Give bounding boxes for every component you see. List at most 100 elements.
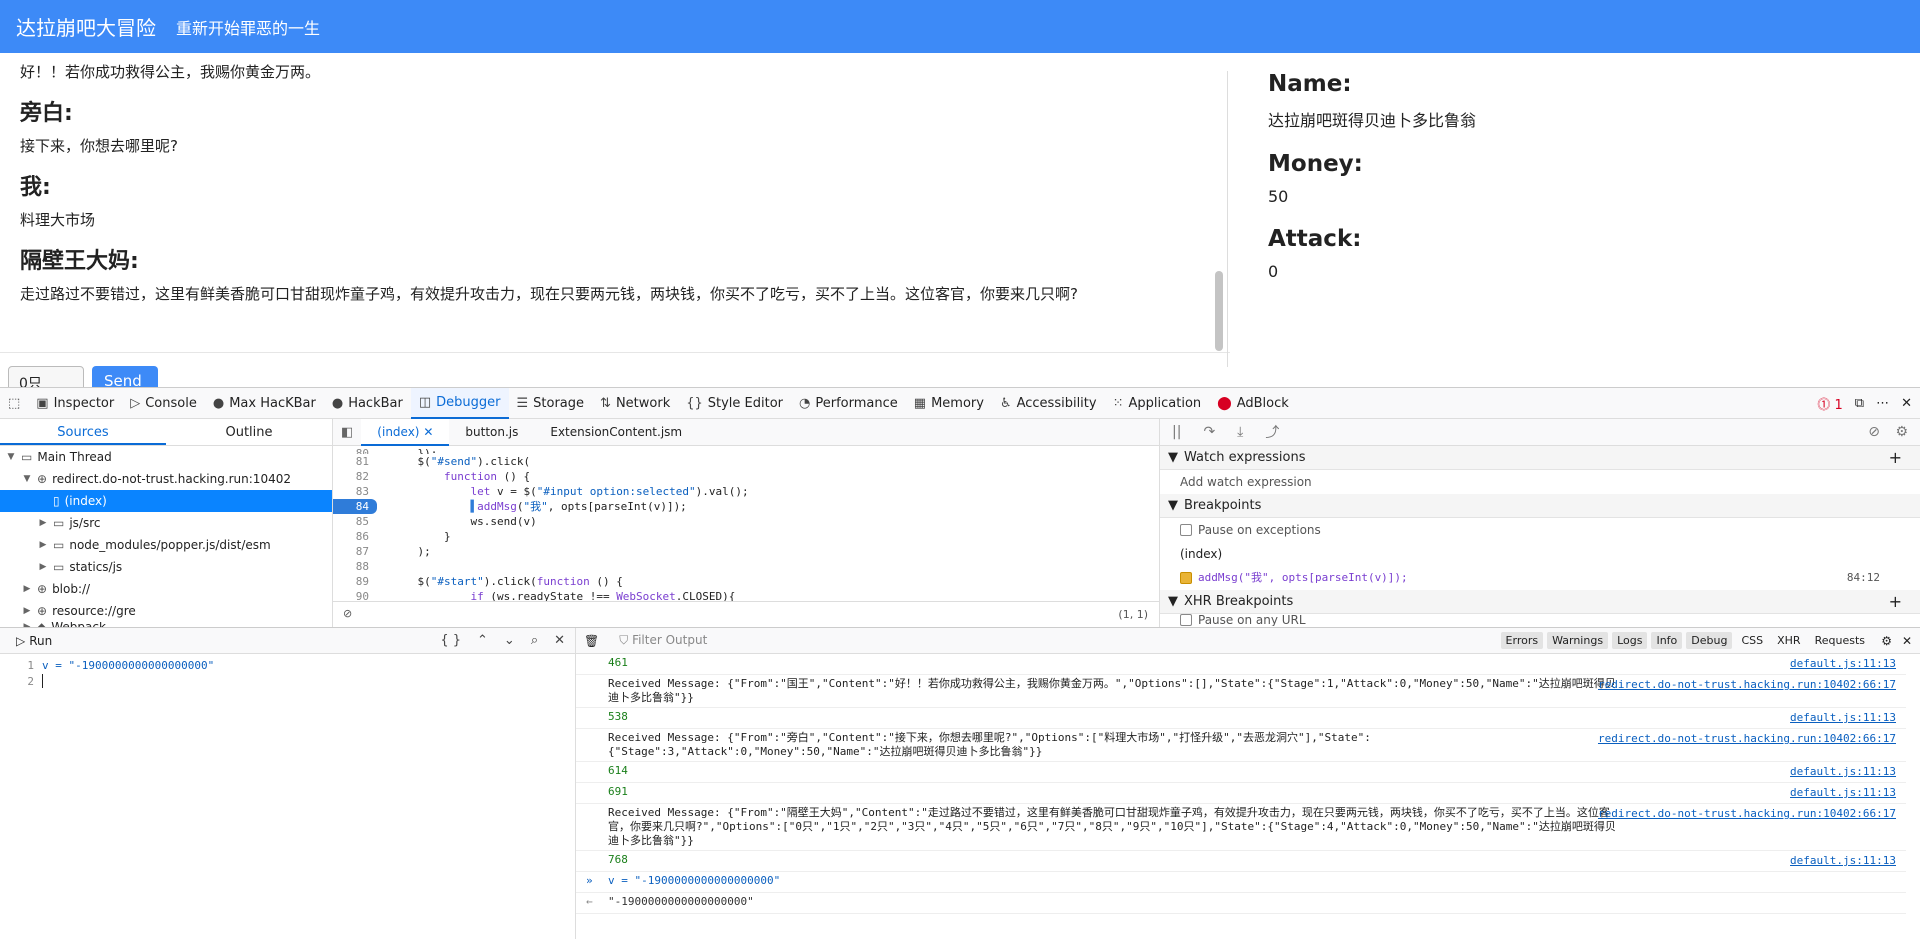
tab-memory[interactable]: ▦ Memory [906,388,992,419]
step-over-icon[interactable]: ↷ [1203,424,1215,440]
line-number[interactable]: 90 [333,589,377,601]
breakpoint-item[interactable]: addMsg("我", opts[parseInt(v)]); 84:12 [1160,566,1920,590]
tab-accessibility[interactable]: ♿ Accessibility [992,388,1105,419]
editor-tab-button-js[interactable]: button.js [449,419,534,446]
error-count-badge[interactable]: ⓵ 1 [1817,394,1842,413]
add-watch-expression-input[interactable]: Add watch expression [1160,470,1920,494]
tab-storage[interactable]: ☰ Storage [509,388,593,419]
search-icon[interactable]: ⌕ [531,633,538,648]
tree-item-main-thread[interactable]: ▼ ▭ Main Thread [0,446,332,468]
code-input[interactable]: 1v = "-1900000000000000000" 2 [0,654,575,690]
tree-item-resource[interactable]: ▶ ⊕ resource://gre [0,600,332,622]
tab-network[interactable]: ⇅ Network [592,388,678,419]
add-icon[interactable]: + [1889,446,1902,470]
filter-requests[interactable]: Requests [1810,632,1870,649]
dock-icon[interactable]: ⧉ [1855,396,1864,411]
tab-adblock[interactable]: ⬤ AdBlock [1209,388,1297,419]
gear-icon[interactable]: ⚙ [1895,424,1908,440]
restart-link[interactable]: 重新开始罪恶的一生 [176,15,320,39]
pretty-print-icon[interactable]: { } [440,633,461,648]
attack-value: 0 [1268,262,1279,281]
tab-hackbar[interactable]: ● HackBar [324,388,411,419]
step-out-icon[interactable]: ⤴ [1265,422,1279,442]
tree-label: blob:// [52,582,91,596]
pause-icon[interactable]: || [1172,424,1181,440]
filter-logs[interactable]: Logs [1612,632,1648,649]
xhr-breakpoints-header[interactable]: ▼ XHR Breakpoints + [1160,590,1920,614]
tab-style-editor[interactable]: {} Style Editor [678,388,791,419]
add-icon[interactable]: + [1889,590,1902,614]
filter-output-input[interactable]: ⛉ Filter Output [619,633,707,648]
tab-inspector[interactable]: ▣ Inspector [28,388,122,419]
trash-icon[interactable]: 🗑 [584,634,599,648]
history-up-icon[interactable]: ⌃ [477,633,488,648]
line-number[interactable]: 85 [333,514,377,529]
checkbox[interactable] [1180,572,1192,584]
tab-sources[interactable]: Sources [0,419,166,445]
tree-item-folder[interactable]: ▶ ▭ node_modules/popper.js/dist/esm [0,534,332,556]
filter-xhr[interactable]: XHR [1772,632,1805,649]
log-source-link[interactable]: default.js:11:13 [1790,657,1896,671]
pause-on-exceptions[interactable]: Pause on exceptions [1160,518,1920,542]
tree-item-index[interactable]: ▯ (index) [0,490,332,512]
line-number[interactable]: 80 [333,446,377,454]
tab-performance[interactable]: ◔ Performance [791,388,906,419]
chat-scrollbar-thumb[interactable] [1215,271,1223,351]
line-number[interactable]: 86 [333,529,377,544]
step-in-icon[interactable]: ⤓ [1237,424,1243,440]
element-picker-icon[interactable]: ⬚ [0,388,28,419]
filter-info[interactable]: Info [1651,632,1683,649]
line-number[interactable]: 89 [333,574,377,589]
pause-on-any-url[interactable]: Pause on any URL [1160,614,1920,626]
close-icon[interactable]: ✕ [1901,396,1912,411]
toggle-sidebar-icon[interactable]: ◧ [333,425,361,440]
checkbox[interactable] [1180,614,1192,626]
line-number[interactable]: 88 [333,559,377,574]
breakpoints-header[interactable]: ▼ Breakpoints [1160,494,1920,518]
log-source-link[interactable]: redirect.do-not-trust.hacking.run:10402:… [1598,678,1896,692]
close-icon[interactable]: ✕ [554,633,565,648]
tab-application[interactable]: ⁙ Application [1105,388,1210,419]
log-source-link[interactable]: default.js:11:13 [1790,786,1896,800]
close-icon[interactable]: ✕ [423,425,433,439]
log-source-link[interactable]: default.js:11:13 [1790,711,1896,725]
tree-item-host[interactable]: ▼ ⊕ redirect.do-not-trust.hacking.run:1040… [0,468,332,490]
checkbox[interactable] [1180,524,1192,536]
chevron-down-icon: ▼ [7,452,15,462]
log-source-link[interactable]: redirect.do-not-trust.hacking.run:10402:… [1598,807,1896,821]
filter-warnings[interactable]: Warnings [1547,632,1609,649]
chevron-down-icon: ▼ [23,474,31,484]
tree-item-blob[interactable]: ▶ ⊕ blob:// [0,578,332,600]
log-source-link[interactable]: default.js:11:13 [1790,854,1896,868]
tree-item-folder[interactable]: ▶ ▭ statics/js [0,556,332,578]
run-button[interactable]: Run [29,634,52,648]
watch-expressions-header[interactable]: ▼ Watch expressions + [1160,446,1920,470]
brand-title[interactable]: 达拉崩吧大冒险 [16,12,156,41]
network-icon: ⇅ [600,395,611,411]
line-number[interactable]: 81 [333,454,377,469]
chat-scrollbar[interactable] [1214,71,1224,351]
pretty-print-icon[interactable]: ⊘ [343,607,352,620]
log-source-link[interactable]: redirect.do-not-trust.hacking.run:10402:… [1598,732,1896,746]
filter-debug[interactable]: Debug [1686,632,1733,649]
history-down-icon[interactable]: ⌄ [504,633,515,648]
filter-errors[interactable]: Errors [1500,632,1544,649]
gear-icon[interactable]: ⚙ [1881,634,1892,648]
breakpoint-line-number[interactable]: 84 [333,499,377,514]
tab-console[interactable]: ▷ Console [122,388,205,419]
editor-tab-extension-content[interactable]: ExtensionContent.jsm [534,419,698,446]
deactivate-breakpoints-icon[interactable]: ⊘ [1868,424,1880,440]
line-number[interactable]: 82 [333,469,377,484]
line-number[interactable]: 83 [333,484,377,499]
log-source-link[interactable]: default.js:11:13 [1790,765,1896,779]
code-view[interactable]: 80 }); 81 $("#send").click( 82 function … [333,446,1160,601]
close-icon[interactable]: ✕ [1902,634,1912,648]
tab-debugger[interactable]: ◫ Debugger [410,387,509,419]
tab-max-hackbar[interactable]: ● Max HacKBar [205,388,324,419]
line-number[interactable]: 87 [333,544,377,559]
filter-css[interactable]: CSS [1736,632,1768,649]
tab-outline[interactable]: Outline [166,419,332,445]
more-icon[interactable]: ⋯ [1876,396,1889,411]
tree-item-folder[interactable]: ▶ ▭ js/src [0,512,332,534]
editor-tab-index[interactable]: (index) ✕ [361,418,450,446]
